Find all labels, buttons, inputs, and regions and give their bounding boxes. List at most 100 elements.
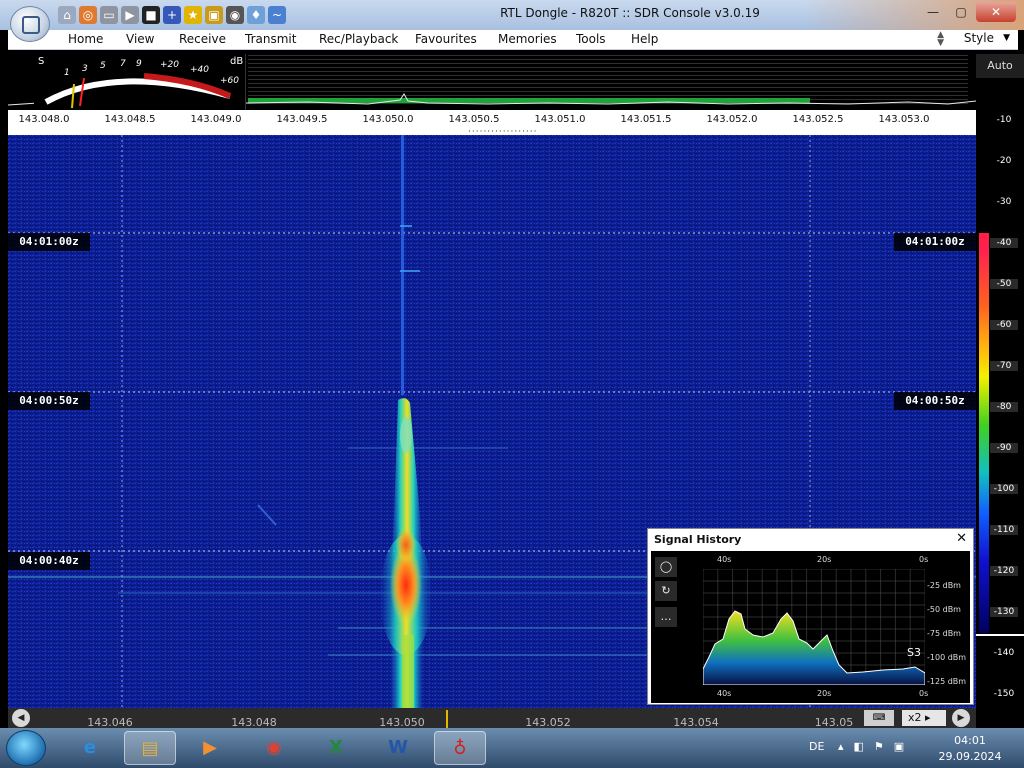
menu-receive[interactable]: Receive: [179, 32, 226, 46]
system-tray[interactable]: ▴◧⚑▣: [838, 740, 914, 753]
style-button[interactable]: Style: [964, 31, 994, 45]
lock-icon[interactable]: ▣: [205, 6, 223, 24]
menu-recplayback[interactable]: Rec/Playback: [319, 32, 398, 46]
zoom-label: x2: [908, 711, 922, 724]
s-scale-1: 1: [64, 68, 70, 78]
db-threshold-line[interactable]: [976, 634, 1024, 636]
maximize-button[interactable]: ▢: [948, 2, 974, 22]
play-icon[interactable]: ▶: [121, 6, 139, 24]
menu-tools[interactable]: Tools: [576, 32, 606, 46]
taskbar: e ▤ ▶ ◉ X W ♁ DE ▴◧⚑▣ 04:01 29.09.2024: [0, 728, 1024, 768]
auto-button[interactable]: Auto: [976, 54, 1024, 78]
app-icon: [22, 16, 40, 34]
time-label: 40s: [717, 689, 732, 698]
refresh-icon[interactable]: ↻: [655, 581, 677, 601]
color-scale-bar[interactable]: [979, 233, 989, 633]
stop-icon[interactable]: ■: [142, 6, 160, 24]
freq-tick: 143.049.0: [190, 114, 242, 125]
window-title: RTL Dongle - R820T :: SDR Console v3.0.1…: [500, 6, 760, 20]
quick-access-toolbar: ⌂ ◎ ▭ ▶ ■ + ★ ▣ ◉ ♦ ~: [58, 6, 286, 24]
start-button[interactable]: [6, 730, 46, 766]
timestamp-right: 04:01:00z: [894, 233, 976, 251]
plus-icon[interactable]: +: [163, 6, 181, 24]
menu-home[interactable]: Home: [68, 32, 103, 46]
sdr-console-icon[interactable]: ♁: [434, 731, 486, 765]
signal-history-body: ◯ ↻ … 40s 20s 0s 40s 20s 0s -25 dBm -50 …: [651, 551, 970, 703]
freq-tick: 143.052.5: [792, 114, 844, 125]
db-scale-20: +20: [160, 60, 179, 70]
clock-date[interactable]: 29.09.2024: [934, 750, 1006, 763]
db-label: -80: [990, 402, 1018, 412]
db-label: -120: [990, 566, 1018, 576]
freq-tick: 143.048.0: [18, 114, 70, 125]
s-scale-9: 9: [136, 59, 142, 69]
db-label: -130: [990, 607, 1018, 617]
time-label: 20s: [817, 689, 832, 698]
signal-history-panel: Signal History ✕ ◯ ↻ … 40s 20s 0s 40s 20…: [647, 528, 974, 705]
s-scale-5: 5: [100, 61, 106, 71]
freq-tick: 143.053.0: [878, 114, 930, 125]
tuning-cursor[interactable]: [446, 710, 448, 728]
db-label: -20: [996, 156, 1012, 166]
dbm-label: -100 dBm: [927, 653, 967, 662]
dbm-label: -25 dBm: [927, 581, 961, 590]
spin-arrows-icon[interactable]: ▲ ▼: [937, 31, 944, 48]
db-label: dB: [230, 56, 244, 67]
menu-memories[interactable]: Memories: [498, 32, 557, 46]
dbm-label: -125 dBm: [927, 677, 967, 686]
minimize-button[interactable]: —: [920, 2, 946, 22]
s-scale-7: 7: [120, 59, 126, 69]
db-label: -150: [993, 689, 1015, 699]
zoom-selector[interactable]: x2 ▸: [902, 710, 946, 726]
db-scale-40: +40: [190, 65, 209, 75]
db-label: -50: [990, 279, 1018, 289]
s-label: S: [38, 56, 45, 67]
lifebuoy-icon[interactable]: ◎: [79, 6, 97, 24]
word-icon[interactable]: W: [372, 731, 424, 765]
internet-explorer-icon[interactable]: e: [64, 731, 116, 765]
home-icon[interactable]: ⌂: [58, 6, 76, 24]
media-player-icon[interactable]: ▶: [184, 731, 236, 765]
excel-icon[interactable]: X: [310, 731, 362, 765]
time-label: 40s: [717, 555, 732, 564]
chevron-down-icon[interactable]: ▼: [1003, 33, 1010, 43]
camera-icon[interactable]: ◉: [226, 6, 244, 24]
scroll-right-icon[interactable]: ▶: [952, 709, 970, 727]
db-label: -90: [990, 443, 1018, 453]
close-icon[interactable]: ✕: [956, 531, 967, 546]
file-explorer-icon[interactable]: ▤: [124, 731, 176, 765]
star-icon[interactable]: ★: [184, 6, 202, 24]
menu-transmit[interactable]: Transmit: [245, 32, 296, 46]
menu-view[interactable]: View: [126, 32, 154, 46]
tuning-bar[interactable]: ◀ 143.046 143.048 143.050 143.052 143.05…: [8, 708, 976, 729]
spectrum-display[interactable]: S dB 1 3 5 7 9 +20 +40 +60: [8, 50, 976, 110]
close-button[interactable]: ✕: [976, 2, 1016, 22]
timestamp-left: 04:00:40z: [8, 552, 90, 570]
wave-icon[interactable]: ~: [268, 6, 286, 24]
title-bar: ⌂ ◎ ▭ ▶ ■ + ★ ▣ ◉ ♦ ~ RTL Dongle - R820T…: [0, 0, 1024, 30]
db-label: -110: [990, 525, 1018, 535]
menu-favourites[interactable]: Favourites: [415, 32, 477, 46]
signal-history-title: Signal History: [654, 533, 742, 546]
menu-help[interactable]: Help: [631, 32, 658, 46]
freq-tick: 143.051.0: [534, 114, 586, 125]
more-icon[interactable]: …: [655, 607, 677, 627]
folder-icon[interactable]: ▭: [100, 6, 118, 24]
freq-tick: 143.049.5: [276, 114, 328, 125]
signal-history-chart: [703, 569, 925, 685]
clock-time[interactable]: 04:01: [940, 734, 1000, 747]
db-label: -10: [996, 115, 1012, 125]
circle-icon[interactable]: ◯: [655, 557, 677, 577]
chrome-icon[interactable]: ◉: [248, 731, 300, 765]
freq-tick: 143.052.0: [706, 114, 758, 125]
timestamp-left: 04:00:50z: [8, 392, 90, 410]
db-label: -30: [996, 197, 1012, 207]
language-indicator[interactable]: DE: [809, 740, 824, 753]
drop-icon[interactable]: ♦: [247, 6, 265, 24]
keyboard-icon[interactable]: ⌨: [864, 710, 894, 726]
scroll-left-icon[interactable]: ◀: [12, 709, 30, 727]
dbm-label: -75 dBm: [927, 629, 961, 638]
application-menu-button[interactable]: [10, 6, 50, 42]
db-label: -40: [990, 238, 1018, 248]
s-meter: S dB 1 3 5 7 9 +20 +40 +60: [34, 54, 246, 110]
